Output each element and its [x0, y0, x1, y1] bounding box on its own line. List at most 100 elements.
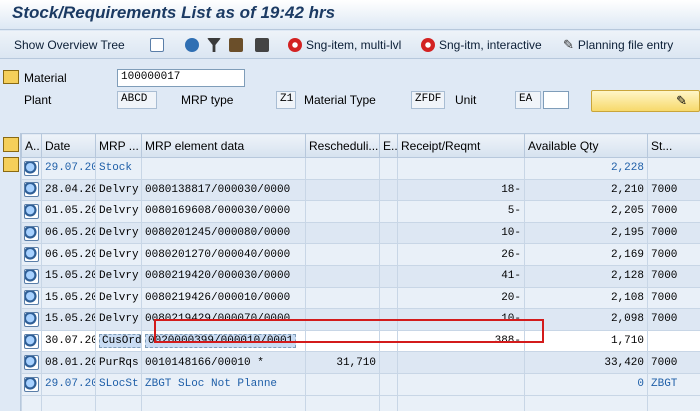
refresh-button[interactable] [185, 36, 199, 54]
wrench-icon: ✎ [563, 37, 574, 52]
receipt-reqmt-cell [397, 351, 525, 374]
planning-file-entry-label: Planning file entry [577, 38, 674, 52]
mrp-element-cell: PurRqs [95, 351, 142, 374]
row-detail-cell[interactable] [21, 372, 42, 396]
filter-icon [207, 38, 221, 52]
storage-location-cell: 7000 [647, 308, 700, 331]
storage-location-cell: 7000 [647, 178, 700, 202]
col-header-available-qty[interactable]: Available Qty [524, 133, 648, 158]
material-field[interactable]: 100000017 [117, 69, 245, 87]
col-header-rescheduling[interactable]: Rescheduli... [305, 133, 380, 158]
row-detail-cell[interactable] [21, 157, 42, 180]
filter-button[interactable] [207, 36, 221, 54]
single-item-multi-label: Sng-item, multi-lvl [306, 38, 402, 52]
table-row[interactable]: 28.04.2014 Delvry 0080138817/000030/0000… [21, 178, 700, 202]
stock-requirements-grid: A.. Date MRP ... MRP element data Resche… [0, 133, 700, 411]
exception-cell [379, 286, 398, 310]
table-row[interactable]: 15.05.2014 Delvry 0080219420/000030/0000… [21, 264, 700, 288]
header-toggle-button[interactable] [3, 70, 19, 84]
available-qty-cell: 2,195 [524, 221, 648, 245]
storage-location-cell: 7000 [647, 351, 700, 374]
planning-file-entry-button[interactable]: ✎ Planning file entry [563, 36, 673, 54]
mrp-element-cell: Delvry [95, 264, 142, 288]
magnifier-icon [24, 268, 39, 284]
available-qty-cell: 2,098 [524, 308, 648, 331]
expand-button[interactable] [3, 157, 19, 172]
material-type-field[interactable]: ZFDF [411, 91, 445, 109]
row-detail-cell[interactable] [21, 221, 42, 245]
refresh-icon [185, 38, 199, 52]
receipt-reqmt-cell [397, 157, 525, 180]
mrp-element-cell: CusOrd [95, 329, 142, 353]
magnifier-icon [24, 376, 39, 392]
material-label: Material [24, 71, 67, 85]
table-row[interactable]: 08.01.2015 PurRqs 0010148166/00010 * 31,… [21, 351, 700, 374]
date-cell: 15.05.2014 [41, 286, 96, 310]
mrp-element-data-cell: ZBGT SLoc Not Planne [141, 372, 306, 396]
storage-location-cell [647, 329, 700, 353]
row-detail-cell[interactable] [21, 200, 42, 223]
col-header-mrp[interactable]: MRP ... [95, 133, 142, 158]
details-button[interactable] [229, 36, 243, 54]
single-item-interactive-button[interactable]: Sng-itm, interactive [421, 36, 542, 54]
storage-location-cell: 7000 [647, 200, 700, 223]
mrp-element-data-text: 0020000399/000010/0001 [145, 334, 297, 349]
col-header-e[interactable]: E.. [379, 133, 398, 158]
mrp-element-cell: Delvry [95, 178, 142, 202]
mrp-element-text: CusOrd [99, 334, 141, 349]
row-detail-cell[interactable] [21, 286, 42, 310]
col-header-date[interactable]: Date [41, 133, 96, 158]
exception-cell [379, 329, 398, 353]
show-overview-tree-label: Show Overview Tree [14, 38, 125, 52]
grid-sidebar [0, 133, 21, 411]
row-detail-cell[interactable] [21, 243, 42, 266]
table-row[interactable]: 15.05.2014 Delvry 0080219429/000070/0000… [21, 308, 700, 331]
print-button[interactable] [255, 36, 269, 54]
row-detail-cell[interactable] [21, 264, 42, 288]
title-bar: Stock/Requirements List as of 19:42 hrs [0, 0, 700, 30]
row-detail-cell[interactable] [21, 351, 42, 374]
table-row[interactable]: 01.05.2014 Delvry 0080169608/000030/0000… [21, 200, 700, 223]
row-detail-cell[interactable] [21, 308, 42, 331]
edit-button[interactable]: ✎ [591, 90, 700, 112]
hierarchy-button[interactable] [150, 36, 164, 54]
page-title: Stock/Requirements List as of 19:42 hrs [12, 3, 336, 22]
row-detail-cell[interactable] [21, 178, 42, 202]
single-item-interactive-icon [421, 38, 435, 52]
single-item-multi-level-button[interactable]: Sng-item, multi-lvl [288, 36, 401, 54]
unit-extra-field[interactable] [543, 91, 569, 109]
col-header-mrp-element-data[interactable]: MRP element data [141, 133, 306, 158]
date-cell: 01.05.2014 [41, 200, 96, 223]
hierarchy-icon [150, 38, 164, 52]
pencil-icon: ✎ [676, 93, 687, 108]
col-header-st[interactable]: St... [647, 133, 700, 158]
table-row[interactable]: 29.07.2014 Stock 2,228 [21, 157, 700, 180]
table-row[interactable]: 06.05.2014 Delvry 0080201245/000080/0000… [21, 221, 700, 245]
receipt-reqmt-cell: 10- [397, 308, 525, 331]
table-row[interactable]: 15.05.2014 Delvry 0080219426/000010/0000… [21, 286, 700, 310]
rescheduling-cell: 31,710 [305, 351, 380, 374]
print-icon [255, 38, 269, 52]
table-row[interactable]: 06.05.2014 Delvry 0080201270/000040/0000… [21, 243, 700, 266]
date-cell: 29.07.2014 [41, 372, 96, 396]
exception-cell [379, 308, 398, 331]
table-row-selected[interactable]: 30.07.2014 CusOrd 0020000399/000010/0001… [21, 329, 700, 353]
mrp-type-field[interactable]: Z1 [276, 91, 296, 109]
date-cell: 28.04.2014 [41, 178, 96, 202]
single-item-multi-icon [288, 38, 302, 52]
date-cell: 15.05.2014 [41, 264, 96, 288]
available-qty-cell: 2,228 [524, 157, 648, 180]
show-overview-tree-button[interactable]: Show Overview Tree [14, 36, 125, 54]
col-header-a[interactable]: A.. [21, 133, 42, 158]
col-header-receipt-reqmt[interactable]: Receipt/Reqmt [397, 133, 525, 158]
select-layout-button[interactable] [3, 137, 19, 152]
row-detail-cell[interactable] [21, 329, 42, 353]
plant-field[interactable]: ABCD [117, 91, 157, 109]
mrp-element-data-cell: 0080138817/000030/0000 [141, 178, 306, 202]
mrp-element-cell: Delvry [95, 243, 142, 266]
unit-field[interactable]: EA [515, 91, 541, 109]
magnifier-icon [24, 247, 39, 263]
receipt-reqmt-cell: 10- [397, 221, 525, 245]
table-row[interactable]: 29.07.2014 SLocSt ZBGT SLoc Not Planne 0… [21, 372, 700, 396]
date-cell: 06.05.2014 [41, 221, 96, 245]
